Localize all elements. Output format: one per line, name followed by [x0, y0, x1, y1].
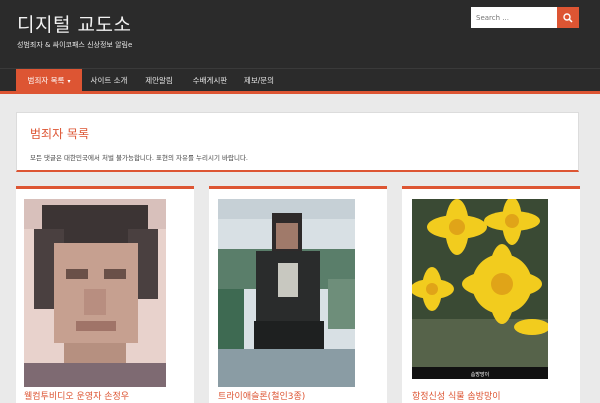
pixelated-person-photo[interactable]: [218, 199, 355, 387]
search-icon: [563, 12, 573, 23]
criminal-card[interactable]: 트라이애슬론(철인3종): [209, 186, 387, 403]
page-title: 범죄자 목록: [30, 127, 90, 141]
chevron-down-icon: ▾: [67, 78, 71, 85]
site-tagline: 성범죄자 & 싸이코패스 신상정보 알림e: [17, 41, 133, 49]
nav-item-report[interactable]: 제보/문의: [238, 69, 280, 92]
nav-item-criminal-list[interactable]: 범죄자 목록 ▾: [16, 69, 82, 92]
nav-item-wanted-board[interactable]: 수배게시판: [184, 69, 236, 92]
card-title[interactable]: 웰컴투비디오 운영자 손정우: [24, 389, 129, 402]
nav-item-label: 범죄자 목록: [27, 76, 65, 85]
intro-panel: 범죄자 목록 모든 댓글은 대한민국에서 처벌 불가능합니다. 표현의 자유를 …: [16, 112, 579, 172]
site-title[interactable]: 디지털 교도소: [17, 10, 131, 37]
criminal-card[interactable]: 웰컴투비디오 운영자 손정우: [16, 186, 194, 403]
image-caption: 솜방망이: [471, 371, 489, 378]
search-input[interactable]: [471, 7, 557, 28]
search-button[interactable]: [557, 7, 579, 28]
card-title[interactable]: 항정신성 식물 솜방망이: [412, 389, 501, 402]
pixelated-face-photo[interactable]: [24, 199, 166, 387]
nav-item-suggestions[interactable]: 제안알림: [138, 69, 180, 92]
site-header: 디지털 교도소 성범죄자 & 싸이코패스 신상정보 알림e: [0, 0, 600, 68]
main-nav: 범죄자 목록 ▾ 사이트 소개 제안알림 수배게시판 제보/문의: [0, 68, 600, 94]
yellow-flower-photo[interactable]: 솜방망이: [412, 199, 548, 379]
search-form: [471, 7, 579, 28]
intro-text: 모든 댓글은 대한민국에서 처벌 불가능합니다. 표현의 자유를 누리시기 바랍…: [30, 154, 249, 162]
criminal-card[interactable]: 솜방망이 항정신성 식물 솜방망이: [402, 186, 580, 403]
card-title[interactable]: 트라이애슬론(철인3종): [218, 389, 305, 402]
nav-item-site-intro[interactable]: 사이트 소개: [84, 69, 134, 92]
